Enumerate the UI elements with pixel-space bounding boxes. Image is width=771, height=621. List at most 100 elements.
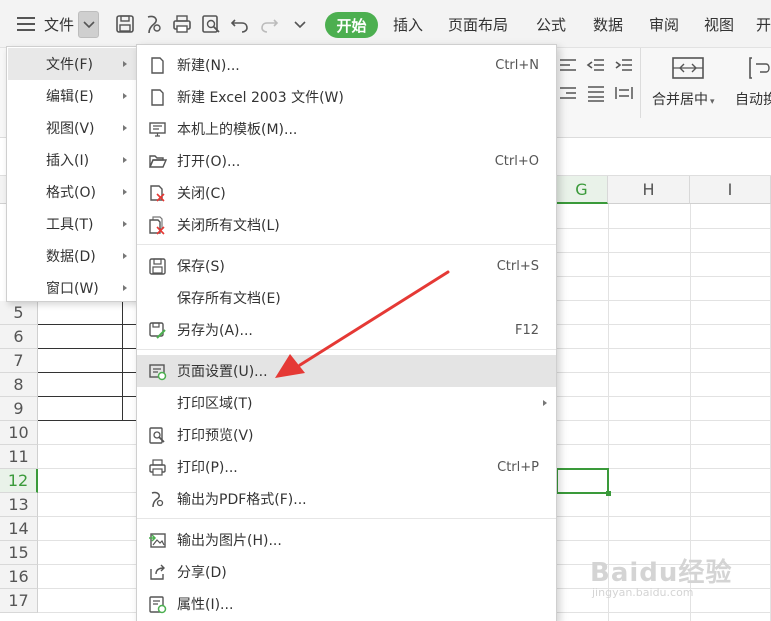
menu-item-close[interactable]: 关闭(C) bbox=[137, 177, 556, 209]
row-header-13[interactable]: 13 bbox=[0, 493, 38, 517]
print-preview-icon bbox=[149, 427, 165, 444]
menu-item-new-excel-2003[interactable]: 新建 Excel 2003 文件(W) bbox=[137, 81, 556, 113]
row-header-14[interactable]: 14 bbox=[0, 517, 38, 541]
submenu-arrow-icon bbox=[123, 221, 127, 227]
column-header-g[interactable]: G bbox=[556, 176, 608, 204]
row-header-5[interactable]: 5 bbox=[0, 301, 38, 325]
close-document-icon bbox=[150, 185, 165, 202]
menu-separator bbox=[137, 349, 556, 350]
column-header-h[interactable]: H bbox=[608, 176, 690, 204]
distributed-align-icon[interactable] bbox=[614, 84, 634, 102]
menu-item-export-image[interactable]: 输出为图片(H)... bbox=[137, 524, 556, 556]
menu-item-properties[interactable]: 属性(I)... bbox=[137, 588, 556, 620]
row-header-17[interactable]: 17 bbox=[0, 589, 38, 613]
top-toolbar: 文件 开始 插入 页面布局 公式 数据 审阅 视图 开 bbox=[0, 0, 771, 48]
main-menu-item-insert[interactable]: 插入(I) bbox=[8, 144, 136, 176]
decrease-indent-icon[interactable] bbox=[586, 56, 606, 74]
save-icon bbox=[149, 258, 166, 275]
menu-item-print-area[interactable]: 打印区域(T) bbox=[137, 387, 556, 419]
merge-center-icon[interactable] bbox=[671, 54, 705, 82]
print-icon bbox=[149, 459, 166, 476]
submenu-arrow-icon bbox=[123, 125, 127, 131]
properties-icon bbox=[149, 596, 167, 614]
increase-indent-icon[interactable] bbox=[614, 56, 634, 74]
row-header-11[interactable]: 11 bbox=[0, 445, 38, 469]
wrap-text-label[interactable]: 自动换 bbox=[735, 89, 771, 109]
menu-item-print-preview[interactable]: 打印预览(V) bbox=[137, 419, 556, 451]
row-header-8[interactable]: 8 bbox=[0, 373, 38, 397]
submenu-arrow-icon bbox=[123, 61, 127, 67]
row-header-6[interactable]: 6 bbox=[0, 325, 38, 349]
ribbon-divider bbox=[640, 48, 641, 118]
row-header-15[interactable]: 15 bbox=[0, 541, 38, 565]
file-dropdown-button[interactable] bbox=[78, 11, 99, 38]
menu-item-print[interactable]: 打印(P)... Ctrl+P bbox=[137, 451, 556, 483]
merge-dropdown-icon[interactable]: ▾ bbox=[710, 97, 715, 107]
tab-insert[interactable]: 插入 bbox=[389, 0, 427, 48]
cell-border bbox=[122, 300, 123, 421]
share-icon bbox=[150, 564, 165, 580]
save-as-icon bbox=[149, 322, 166, 339]
export-image-icon bbox=[149, 533, 166, 548]
merge-center-label[interactable]: 合并居中 ▾ bbox=[652, 89, 715, 109]
new-document-icon bbox=[151, 57, 164, 74]
submenu-arrow-icon bbox=[543, 400, 547, 406]
baidu-watermark: Baidu经验 jingyan.baidu.com bbox=[590, 558, 733, 599]
redo-icon[interactable] bbox=[258, 13, 280, 35]
open-folder-icon bbox=[148, 155, 167, 168]
align-left-icon[interactable] bbox=[558, 56, 578, 74]
export-pdf-icon[interactable] bbox=[143, 13, 165, 35]
row-header-12[interactable]: 12 bbox=[0, 469, 38, 493]
more-commands-icon[interactable] bbox=[289, 13, 311, 35]
tab-formulas[interactable]: 公式 bbox=[532, 0, 570, 48]
menu-item-open[interactable]: 打开(O)... Ctrl+O bbox=[137, 145, 556, 177]
submenu-arrow-icon bbox=[123, 93, 127, 99]
align-right-icon[interactable] bbox=[558, 84, 578, 102]
menu-item-save-all[interactable]: 保存所有文档(E) bbox=[137, 282, 556, 314]
menu-item-close-all[interactable]: 关闭所有文档(L) bbox=[137, 209, 556, 241]
submenu-arrow-icon bbox=[123, 285, 127, 291]
menu-item-save[interactable]: 保存(S) Ctrl+S bbox=[137, 250, 556, 282]
row-header-16[interactable]: 16 bbox=[0, 565, 38, 589]
main-menu-item-file[interactable]: 文件(F) bbox=[8, 48, 136, 80]
wrap-text-icon[interactable] bbox=[748, 54, 771, 82]
main-menu-item-edit[interactable]: 编辑(E) bbox=[8, 80, 136, 112]
file-submenu: 新建(N)... Ctrl+N 新建 Excel 2003 文件(W) 本机上的… bbox=[136, 44, 557, 621]
tab-home[interactable]: 开始 bbox=[325, 12, 378, 38]
hamburger-menu-icon[interactable] bbox=[14, 0, 38, 48]
tab-review[interactable]: 审阅 bbox=[645, 0, 683, 48]
print-icon[interactable] bbox=[171, 13, 193, 35]
main-menu-item-format[interactable]: 格式(O) bbox=[8, 176, 136, 208]
menu-item-save-as[interactable]: 另存为(A)... F12 bbox=[137, 314, 556, 346]
row-header-9[interactable]: 9 bbox=[0, 397, 38, 421]
file-menu-button[interactable]: 文件 bbox=[41, 0, 77, 48]
column-header-i[interactable]: I bbox=[690, 176, 771, 204]
row-header-10[interactable]: 10 bbox=[0, 421, 38, 445]
undo-icon[interactable] bbox=[229, 13, 251, 35]
active-cell-g12[interactable] bbox=[556, 468, 611, 496]
submenu-arrow-icon bbox=[123, 253, 127, 259]
main-menu-item-tools[interactable]: 工具(T) bbox=[8, 208, 136, 240]
menu-item-share[interactable]: 分享(D) bbox=[137, 556, 556, 588]
save-icon[interactable] bbox=[114, 13, 136, 35]
menu-item-local-templates[interactable]: 本机上的模板(M)... bbox=[137, 113, 556, 145]
row-header-7[interactable]: 7 bbox=[0, 349, 38, 373]
menu-separator bbox=[137, 518, 556, 519]
page-setup-icon bbox=[149, 364, 167, 381]
main-menu-item-window[interactable]: 窗口(W) bbox=[8, 272, 136, 304]
menu-item-page-setup[interactable]: 页面设置(U)... bbox=[137, 355, 556, 387]
tab-data[interactable]: 数据 bbox=[589, 0, 627, 48]
export-pdf-icon bbox=[151, 491, 164, 508]
menu-separator bbox=[137, 244, 556, 245]
main-menu-item-view[interactable]: 视图(V) bbox=[8, 112, 136, 144]
justify-icon[interactable] bbox=[586, 84, 606, 102]
submenu-arrow-icon bbox=[123, 157, 127, 163]
menu-item-export-pdf[interactable]: 输出为PDF格式(F)... bbox=[137, 483, 556, 515]
tab-page-layout[interactable]: 页面布局 bbox=[446, 0, 510, 48]
tab-view[interactable]: 视图 bbox=[700, 0, 738, 48]
tab-developer[interactable]: 开 bbox=[756, 0, 771, 48]
main-menu-item-data[interactable]: 数据(D) bbox=[8, 240, 136, 272]
print-preview-icon[interactable] bbox=[200, 13, 222, 35]
chevron-down-icon bbox=[82, 20, 95, 28]
menu-item-new[interactable]: 新建(N)... Ctrl+N bbox=[137, 49, 556, 81]
